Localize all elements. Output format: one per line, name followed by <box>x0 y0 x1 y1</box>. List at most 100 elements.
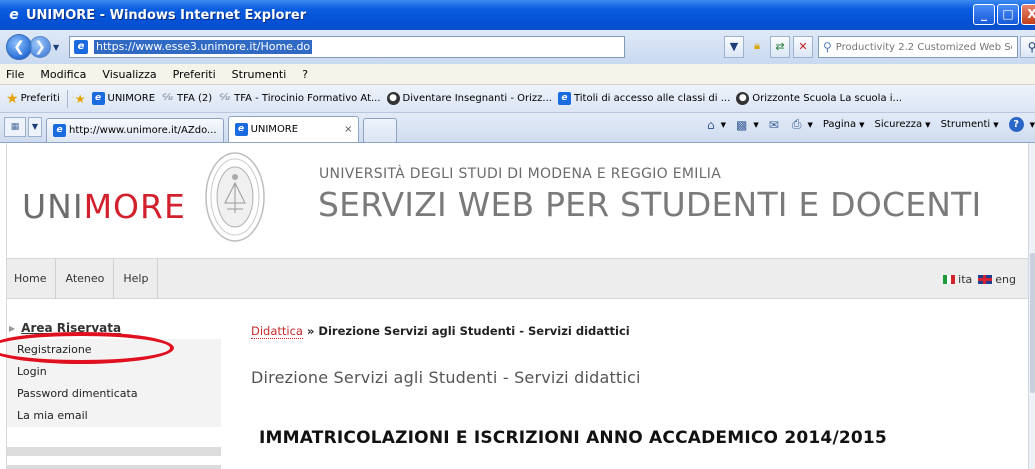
favorites-star-icon[interactable]: ★ <box>6 91 19 107</box>
page-viewport: UNIMORE UNIVERSITÀ DEGLI STUDI DI MODENA… <box>0 143 1035 469</box>
favorite-link-titoli-accesso[interactable]: e Titoli di accesso alle classi di ... <box>557 92 730 105</box>
italian-flag-icon[interactable] <box>943 275 956 284</box>
lock-icon[interactable]: 🔒︎ <box>747 36 767 58</box>
favorites-button[interactable]: Preferiti <box>21 93 60 104</box>
sidebar-item-login[interactable]: Login <box>7 361 221 383</box>
search-box[interactable]: ⚲ <box>818 36 1018 58</box>
university-name: UNIVERSITÀ DEGLI STUDI DI MODENA E REGGI… <box>319 166 722 182</box>
menu-visualizza[interactable]: Visualizza <box>94 68 164 81</box>
close-tab-icon[interactable]: × <box>344 124 352 135</box>
triangle-right-icon: ▶ <box>9 323 16 333</box>
chevron-down-icon: ▼ <box>859 120 865 129</box>
chevron-down-icon: ▼ <box>720 120 727 129</box>
nav-ateneo[interactable]: Ateneo <box>56 258 115 299</box>
tools-menu-button[interactable]: Strumenti ▼ <box>941 119 999 130</box>
favorites-bar: ★ Preferiti ★ e UNIMORE ℆ TFA (2) ℆ TFA … <box>0 85 1035 113</box>
nav-home[interactable]: Home <box>7 258 57 299</box>
favorite-link-label: Diventare Insegnanti - Orizz... <box>402 93 552 104</box>
new-tab-button[interactable] <box>363 118 398 142</box>
ie-page-icon: e <box>557 92 571 105</box>
tab-label: UNIMORE <box>250 124 299 135</box>
favorite-link-unimore[interactable]: e UNIMORE <box>91 92 155 105</box>
print-button[interactable]: ⎙ ▼ <box>792 117 813 132</box>
tools-menu-label: Strumenti <box>940 119 991 130</box>
menu-preferiti[interactable]: Preferiti <box>165 68 224 81</box>
sidebar-item-password-dimenticata[interactable]: Password dimenticata <box>7 383 221 405</box>
logo-text-more: MORE <box>83 187 186 226</box>
favorite-link-diventare-insegnanti[interactable]: ● Diventare Insegnanti - Orizz... <box>386 92 552 105</box>
minimize-button[interactable]: _ <box>973 4 995 25</box>
mail-button[interactable]: ✉ <box>769 118 782 132</box>
tfa-icon: ℆ <box>219 93 230 103</box>
chevron-down-icon: ▼ <box>993 120 999 129</box>
favorite-link-tfa-tirocinio[interactable]: ℆ TFA - Tirocinio Formativo At... <box>218 92 380 105</box>
orizzonte-scuola-icon: ● <box>736 92 750 105</box>
divider <box>66 89 68 108</box>
scrollbar-thumb[interactable] <box>1030 253 1035 393</box>
ie-page-icon: e <box>53 124 66 137</box>
tab-unimore[interactable]: e UNIMORE × <box>227 116 360 142</box>
tfa-icon: ℆ <box>162 93 173 103</box>
command-bar: ⌂ ▼ ▩ ▼ ✉ ⎙ ▼ Pagina ▼ Sicurezza ▼ Strumenti ▼… <box>697 117 1035 132</box>
breadcrumb: Didattica » Direzione Servizi agli Stude… <box>251 324 630 339</box>
vertical-scrollbar[interactable] <box>1028 143 1035 469</box>
sidebar-item-la-mia-email[interactable]: La mia email <box>7 405 221 427</box>
breadcrumb-separator: » <box>302 324 319 338</box>
internet-explorer-icon: e <box>9 7 19 23</box>
favorite-link-label: TFA - Tirocinio Formativo At... <box>234 93 381 104</box>
history-dropdown-icon[interactable]: ▼ <box>53 43 63 52</box>
tab-unimore-azdo[interactable]: e http://www.unimore.it/AZdo... <box>46 118 224 142</box>
window-titlebar: e UNIMORE - Windows Internet Explorer _ … <box>0 0 1035 30</box>
page-icon: e <box>74 40 88 54</box>
menu-strumenti[interactable]: Strumenti <box>224 68 295 81</box>
mail-icon: ✉ <box>768 117 779 132</box>
address-toolbar: ❮ ❯ ▼ e https://www.esse3.unimore.it/Hom… <box>0 30 1035 64</box>
feeds-button[interactable]: ▩ ▼ <box>736 118 759 132</box>
search-input[interactable] <box>835 41 1012 53</box>
refresh-icon[interactable]: ⇄ <box>770 36 790 58</box>
tab-label: http://www.unimore.it/AZdo... <box>69 125 217 136</box>
service-title: SERVIZI WEB PER STUDENTI E DOCENTI <box>318 185 982 224</box>
lang-eng-link[interactable]: eng <box>995 273 1016 286</box>
safety-menu-button[interactable]: Sicurezza ▼ <box>875 119 931 130</box>
help-icon: ? <box>1008 117 1024 132</box>
page-menu-label: Pagina <box>822 119 857 130</box>
favorite-link-orizzonte-scuola[interactable]: ● Orizzonte Scuola La scuola i... <box>736 92 902 105</box>
favorite-link-tfa-2[interactable]: ℆ TFA (2) <box>161 92 212 105</box>
logo-text-uni: UNI <box>22 187 84 226</box>
site-banner: UNIMORE UNIVERSITÀ DEGLI STUDI DI MODENA… <box>7 143 1028 258</box>
address-dropdown-icon[interactable]: ▼ <box>724 36 744 58</box>
quick-tabs-icon[interactable]: ▦ <box>4 117 26 137</box>
page-title: Direzione Servizi agli Studenti - Serviz… <box>251 368 641 387</box>
search-provider-icon: ⚲ <box>823 40 832 54</box>
tab-bar: ▦ ▼ e http://www.unimore.it/AZdo... e UN… <box>0 113 1035 143</box>
university-seal-icon <box>205 152 265 242</box>
nav-help[interactable]: Help <box>114 258 159 299</box>
address-url[interactable]: https://www.esse3.unimore.it/Home.do <box>94 40 313 54</box>
home-button[interactable]: ⌂ ▼ <box>707 118 726 132</box>
page-menu-button[interactable]: Pagina ▼ <box>823 119 865 130</box>
divider <box>7 447 221 456</box>
unimore-logo[interactable]: UNIMORE <box>22 187 186 226</box>
divider <box>7 465 221 469</box>
forward-button[interactable]: ❯ <box>29 36 51 58</box>
language-switcher: ita eng <box>943 273 1016 286</box>
chevron-down-icon: ▼ <box>1029 120 1035 129</box>
menu-help[interactable]: ? <box>294 68 316 81</box>
maximize-button[interactable]: □ <box>997 4 1019 25</box>
section-title: IMMATRICOLAZIONI E ISCRIZIONI ANNO ACCAD… <box>259 428 887 448</box>
tab-list-dropdown-icon[interactable]: ▼ <box>28 117 42 137</box>
address-bar[interactable]: e https://www.esse3.unimore.it/Home.do <box>69 36 625 58</box>
menu-file[interactable]: File <box>0 68 32 81</box>
breadcrumb-link-didattica[interactable]: Didattica <box>251 324 303 339</box>
stop-icon[interactable]: ✕ <box>793 36 813 58</box>
add-favorite-icon[interactable]: ★ <box>75 92 86 106</box>
english-flag-icon[interactable] <box>978 275 993 284</box>
help-menu-button[interactable]: ? ▼ <box>1008 117 1035 132</box>
site-top-nav: Home Ateneo Help ita eng <box>7 258 1028 299</box>
menu-modifica[interactable]: Modifica <box>32 68 94 81</box>
search-button[interactable]: ⚲ <box>1020 36 1035 58</box>
close-window-button[interactable]: X <box>1021 4 1035 25</box>
lang-ita-link[interactable]: ita <box>958 273 972 286</box>
chevron-down-icon: ▼ <box>807 120 813 129</box>
